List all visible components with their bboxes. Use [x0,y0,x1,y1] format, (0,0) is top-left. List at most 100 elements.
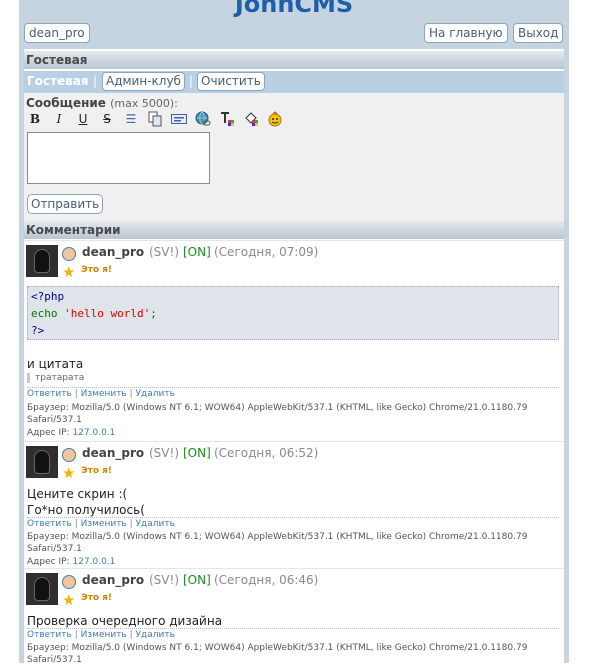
browser-value: Mozilla/5.0 (Windows NT 6.1; WOW64) Appl… [27,643,528,665]
smile-icon[interactable] [267,111,283,127]
home-button[interactable]: На главную [424,23,508,43]
browser-label: Браузер: [27,403,69,413]
code-block: <?php echo 'hello world'; ?> [27,286,559,340]
avatar[interactable] [26,245,58,277]
action-separator: | [74,389,78,399]
browser-label: Браузер: [27,643,69,653]
tab-separator: | [93,74,98,88]
message-textarea[interactable] [27,132,210,184]
comment-author[interactable]: dean_pro [82,245,144,259]
ip-label: Адрес IP: [27,428,70,438]
php-icon[interactable] [171,111,187,127]
reply-link[interactable]: Ответить [27,389,72,399]
user-icon [62,247,76,261]
reply-link[interactable]: Ответить [27,519,72,529]
action-separator: | [129,630,133,640]
comment-text: Цените скрин :( [27,487,128,501]
page-frame: JohnCMS dean_pro На главную Выход Гостев… [19,0,569,666]
code-string: 'hello world' [64,307,151,320]
ip-link[interactable]: 127.0.0.1 [72,557,115,567]
online-status: [ON] [183,446,211,460]
code-punct: ; [150,307,157,320]
action-separator: | [74,630,78,640]
tab-guestbook[interactable]: Гостевая [27,74,89,88]
edit-link[interactable]: Изменить [81,630,127,640]
message-max: (max 5000): [110,97,178,110]
ip-label: Адрес IP: [27,557,70,567]
user-icon [62,575,76,589]
comment-text: и цитата [27,357,84,371]
tab-separator: | [189,74,194,88]
comment-actions: Ответить | Изменить | Удалить [27,387,559,399]
comment-badge: Это я! [81,466,113,476]
delete-link[interactable]: Удалить [136,519,175,529]
fill-color-icon[interactable] [243,111,259,127]
comment-status: (SV!) [149,245,179,259]
online-status: [ON] [183,245,211,259]
ip-link[interactable]: 127.0.0.1 [72,428,115,438]
comment-time: (Сегодня, 07:09) [214,245,319,259]
message-label-text: Сообщение [26,96,106,110]
text-color-icon[interactable] [219,111,235,127]
user-icon [62,448,76,462]
list-icon[interactable]: ☰ [123,111,139,127]
comment-time: (Сегодня, 06:52) [214,446,319,460]
code-keyword: echo [31,307,58,320]
ip-info: Адрес IP: 127.0.0.1 [27,556,559,568]
comment-item: ★ dean_pro (SV!) [ON] (Сегодня, 07:09) Э… [24,240,564,442]
ip-info: Адрес IP: 127.0.0.1 [27,427,559,439]
browser-value: Mozilla/5.0 (Windows NT 6.1; WOW64) Appl… [27,532,528,554]
comment-time: (Сегодня, 06:46) [214,573,319,587]
code-line: ?> [31,324,45,337]
copy-icon[interactable] [147,111,163,127]
star-icon: ★ [62,464,76,482]
italic-icon[interactable]: I [51,111,67,127]
reply-link[interactable]: Ответить [27,630,72,640]
star-icon: ★ [62,263,76,281]
action-separator: | [74,519,78,529]
site-logo[interactable]: JohnCMS [19,0,569,18]
edit-link[interactable]: Изменить [81,519,127,529]
message-form: Сообщение (max 5000): B I U S ☰ Отправит… [24,93,564,221]
user-button[interactable]: dean_pro [24,23,90,43]
edit-link[interactable]: Изменить [81,389,127,399]
strike-icon[interactable]: S [99,111,115,127]
comment-status: (SV!) [149,573,179,587]
comment-actions: Ответить | Изменить | Удалить [27,628,559,640]
link-icon[interactable] [195,111,211,127]
comment-text: Го*но получилось( [27,503,145,517]
avatar[interactable] [26,573,58,605]
clear-button[interactable]: Очистить [197,72,265,91]
code-line: <?php [31,290,65,303]
browser-value: Mozilla/5.0 (Windows NT 6.1; WOW64) Appl… [27,403,528,425]
browser-info: Браузер: Mozilla/5.0 (Windows NT 6.1; WO… [27,531,559,555]
avatar[interactable] [26,446,58,478]
underline-icon[interactable]: U [75,111,91,127]
delete-link[interactable]: Удалить [136,389,175,399]
comment-status: (SV!) [149,446,179,460]
comment-author[interactable]: dean_pro [82,446,144,460]
browser-info: Браузер: Mozilla/5.0 (Windows NT 6.1; WO… [27,642,559,666]
submit-button[interactable]: Отправить [27,194,104,214]
comment-author[interactable]: dean_pro [82,573,144,587]
action-separator: | [129,519,133,529]
comment-actions: Ответить | Изменить | Удалить [27,517,559,529]
action-separator: | [129,389,133,399]
bold-icon[interactable]: B [27,111,43,127]
browser-label: Браузер: [27,532,69,542]
comment-badge: Это я! [81,265,113,275]
main-content: Гостевая Гостевая | Админ-клуб | Очистит… [24,49,564,666]
online-status: [ON] [183,573,211,587]
delete-link[interactable]: Удалить [136,630,175,640]
comment-item: ★ dean_pro (SV!) [ON] (Сегодня, 06:46) Э… [24,568,564,666]
tabs-row: Гостевая | Админ-клуб | Очистить [24,71,564,93]
comment-quote: тратарата [27,373,84,383]
comment-badge: Это я! [81,593,113,603]
exit-button[interactable]: Выход [513,23,564,43]
comment-text: Проверка очередного дизайна [27,614,223,628]
code-line: echo 'hello world'; [31,305,555,322]
message-label: Сообщение (max 5000): [26,96,178,110]
comments-title: Комментарии [24,221,564,239]
tab-admin-club[interactable]: Админ-клуб [102,72,185,91]
guestbook-title: Гостевая [24,51,564,69]
